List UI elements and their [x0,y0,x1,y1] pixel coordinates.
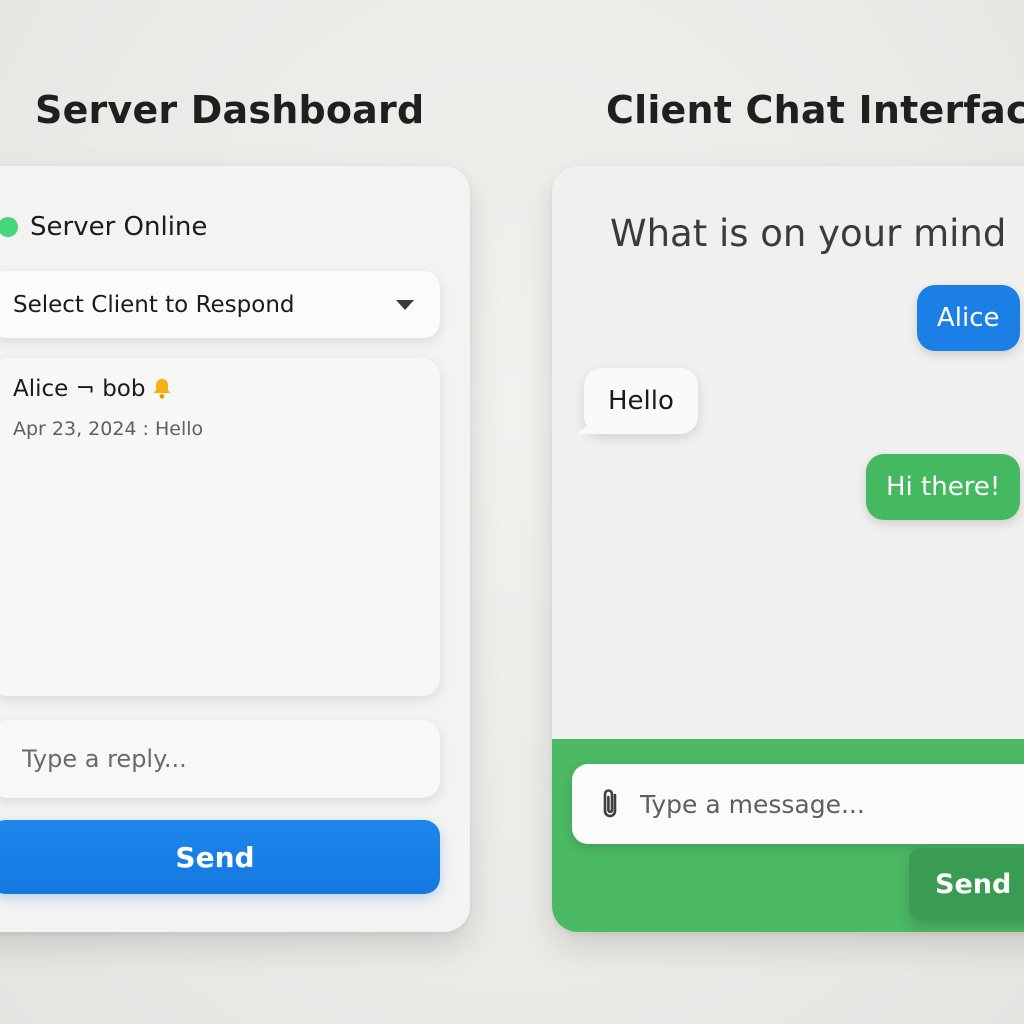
chat-heading: What is on your mind [610,212,1007,255]
reply-input[interactable] [0,720,440,798]
chevron-down-icon [396,300,414,310]
client-panel: What is on your mind Alice Hello Hi ther… [552,166,1024,932]
client-select-value: Select Client to Respond [13,291,295,318]
client-chat-title: Client Chat Interface [606,88,1024,132]
message-meta: Apr 23, 2024 : Hello [13,418,204,440]
chat-bubble-outgoing: Alice [917,285,1020,351]
chat-bubble-incoming: Hello [576,368,698,434]
chat-bubble-outgoing: Hi there! [866,454,1021,520]
list-item[interactable]: Alice ¬ bob [13,376,173,402]
status-online-icon [0,217,18,237]
chat-bubble-text: Hello [608,386,674,416]
message-sender: Alice ¬ bob [13,376,146,402]
server-status-label: Server Online [30,212,208,242]
server-dashboard-title: Server Dashboard [35,88,425,132]
message-composer [572,764,1024,844]
server-status: Server Online [0,212,207,242]
bell-icon [154,378,171,399]
message-list: Alice ¬ bob Apr 23, 2024 : Hello [0,358,440,696]
client-send-button[interactable]: Send [909,848,1024,920]
paperclip-icon[interactable] [598,786,624,822]
bubble-tail [576,418,598,434]
client-select-dropdown[interactable]: Select Client to Respond [0,271,440,338]
message-input[interactable] [638,788,1022,820]
page: Server Dashboard Client Chat Interface S… [0,0,1024,1024]
server-send-button[interactable]: Send [0,820,440,894]
